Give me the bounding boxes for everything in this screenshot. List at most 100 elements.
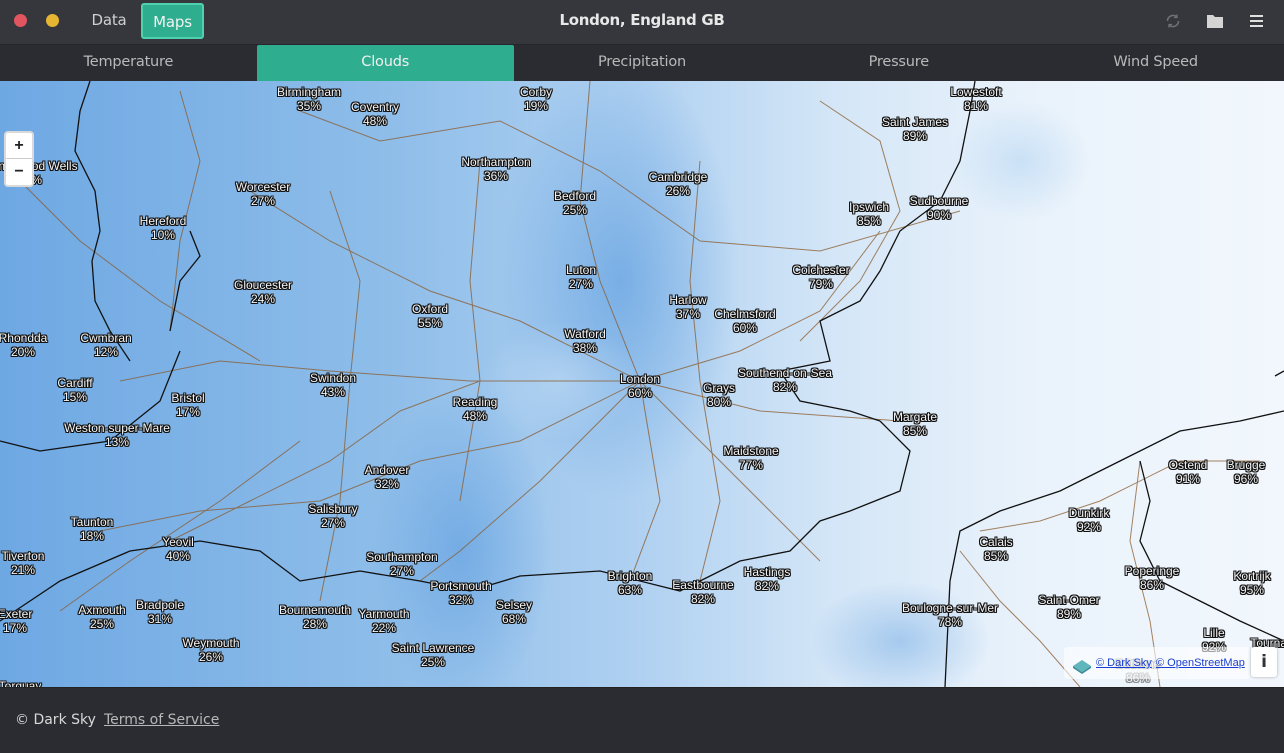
city-label[interactable]: Reading 48% [453,395,498,423]
city-label[interactable]: Southampton 27% [366,550,437,578]
city-label[interactable]: Saint James 89% [882,115,948,143]
city-name: Sudbourne [909,194,969,208]
city-label[interactable]: Chelmsford 60% [714,307,775,335]
city-name: Brighton [607,569,653,583]
zoom-control: + − [4,131,34,187]
cloud-cover-value: 79% [808,277,834,291]
city-label[interactable]: Harlow 37% [669,293,706,321]
city-label[interactable]: Northampton 36% [461,155,530,183]
city-label[interactable]: Grays 80% [703,381,735,409]
city-label[interactable]: Eastbourne 82% [672,578,733,606]
footer: © Dark Sky Terms of Service [0,687,1284,753]
city-label[interactable]: Hereford 10% [140,214,187,242]
city-name: Bedford [553,189,597,203]
city-label[interactable]: Boulogne-sur-Mer 78% [902,601,998,629]
city-label[interactable]: Ipswich 85% [849,200,889,228]
cloud-cover-value: 80% [706,395,732,409]
tab-pressure[interactable]: Pressure [770,45,1027,81]
tab-temperature[interactable]: Temperature [0,45,257,81]
city-label[interactable]: London 60% [620,372,660,400]
terms-of-service-link[interactable]: Terms of Service [104,712,219,728]
city-label[interactable]: Corby 19% [520,85,552,113]
zoom-out-button[interactable]: − [6,159,32,185]
city-label[interactable]: Ostend 91% [1169,458,1208,486]
city-label[interactable]: Selsey 68% [496,598,532,626]
refresh-icon[interactable] [1164,12,1182,30]
cloud-cover-value: 77% [738,458,764,472]
close-window-button[interactable] [14,14,27,27]
city-label[interactable]: Exeter 17% [0,607,32,635]
zoom-in-button[interactable]: + [6,133,32,159]
tab-maps[interactable]: Maps [141,3,204,39]
folder-icon[interactable] [1206,13,1224,31]
city-label[interactable]: Salisbury 27% [308,502,357,530]
city-label[interactable]: Lowestoft 81% [950,85,1001,113]
cloud-cover-value: 31% [147,612,173,626]
city-label[interactable]: Brighton 63% [608,569,653,597]
city-label[interactable]: Swindon 43% [310,371,356,399]
city-label[interactable]: Saint-Omer 89% [1038,593,1099,621]
city-label[interactable]: Oxford 55% [412,302,448,330]
city-label[interactable]: Saint Lawrence 25% [392,641,475,669]
city-label[interactable]: Worcester 27% [236,180,290,208]
city-label[interactable]: Torquay [0,679,41,687]
cloud-cover-value: 68% [501,612,527,626]
city-label[interactable]: Sudbourne 90% [910,194,969,222]
city-name: Taunton [70,515,114,529]
minimize-window-button[interactable] [46,14,59,27]
city-label[interactable]: Portsmouth 32% [430,579,491,607]
tab-precipitation[interactable]: Precipitation [514,45,771,81]
cloud-cover-value: 26% [665,184,691,198]
city-name: Axmouth [78,603,126,617]
city-label[interactable]: Andover 32% [365,463,410,491]
city-label[interactable]: Yeovil 40% [162,535,194,563]
city-label[interactable]: Weymouth 26% [182,636,239,664]
city-label[interactable]: Poperinge 86% [1125,564,1180,592]
city-label[interactable]: Axmouth 25% [78,603,125,631]
city-label[interactable]: Cwmbran 12% [80,331,131,359]
dark-sky-attribution-link[interactable]: © Dark Sky [1096,647,1152,679]
city-label[interactable]: Calais 85% [979,535,1012,563]
osm-attribution-link[interactable]: © OpenStreetMap [1156,647,1245,679]
city-label[interactable]: Brugge 96% [1227,458,1266,486]
city-label[interactable]: Dunkirk 92% [1069,506,1110,534]
city-label[interactable]: Bedford 25% [554,189,596,217]
city-label[interactable]: Gloucester 24% [234,278,292,306]
city-name: Lowestoft [950,85,1002,99]
cloud-cover-map[interactable]: Birmingham 35% Coventry 48% Corby 19% Lowestof… [0,81,1284,687]
city-label[interactable]: Rhondda 20% [0,331,47,359]
cloud-cover-value: 10% [150,228,176,242]
city-label[interactable]: Cambridge 26% [649,170,708,198]
cloud-cover-value: 60% [732,321,758,335]
city-label[interactable]: Colchester 79% [792,263,849,291]
menu-icon[interactable] [1249,12,1267,30]
cloud-cover-value: 17% [2,621,28,635]
city-label[interactable]: Taunton 18% [71,515,114,543]
city-name: Southend-on-Sea [737,366,833,380]
city-label[interactable]: Margate 85% [893,410,937,438]
city-name: Weston-super-Mare [64,421,170,435]
city-label[interactable]: Hastings 82% [744,565,791,593]
city-label[interactable]: Watford 38% [564,327,606,355]
city-label[interactable]: Weston-super-Mare 13% [64,421,170,449]
tab-wind-speed[interactable]: Wind Speed [1027,45,1284,81]
cloud-cover-value: 48% [362,114,388,128]
city-label[interactable]: Coventry 48% [351,100,399,128]
tab-data[interactable]: Data [86,3,132,39]
city-label[interactable]: Yarmouth 22% [358,607,409,635]
city-label[interactable]: Tiverton 21% [2,549,45,577]
city-label[interactable]: Cardiff 15% [57,376,92,404]
city-label[interactable]: Southend-on-Sea 82% [738,366,832,394]
info-button[interactable]: i [1251,647,1277,677]
city-name: Ipswich [848,200,890,214]
city-label[interactable]: Maidstone 77% [723,444,778,472]
city-label[interactable]: Bournemouth 28% [279,603,351,631]
city-label[interactable]: Luton 27% [566,263,596,291]
tab-clouds[interactable]: Clouds [256,45,514,81]
city-label[interactable]: Kortrijk 95% [1233,569,1270,597]
city-label[interactable]: Bradpole 31% [136,598,184,626]
city-label[interactable]: Birmingham 35% [277,85,341,113]
city-label[interactable]: Bristol 17% [171,391,204,419]
city-name: Colchester [792,263,850,277]
cloud-cover-value: 89% [902,129,928,143]
